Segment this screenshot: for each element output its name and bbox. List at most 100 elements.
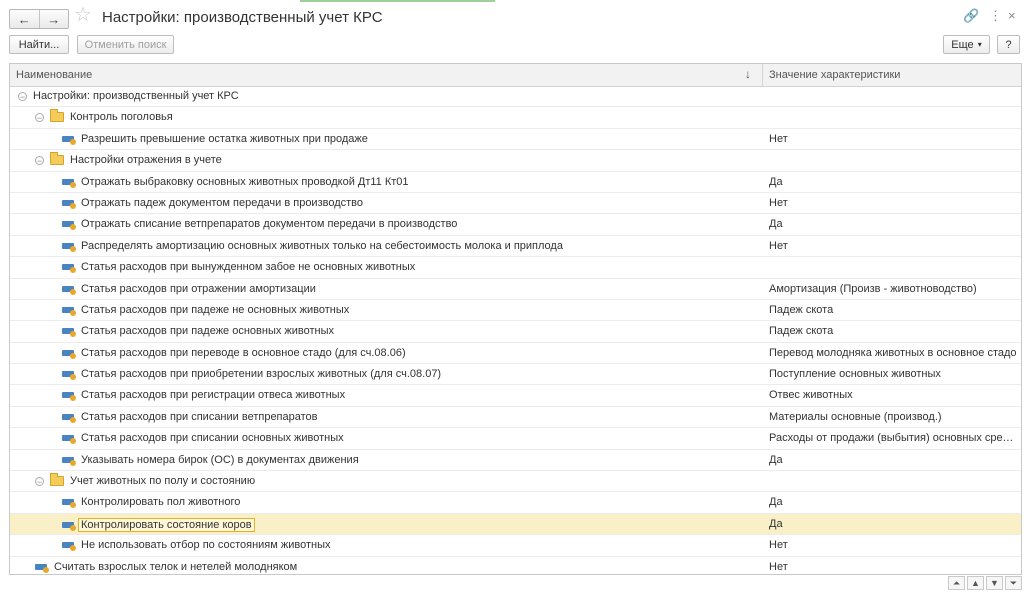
table-row[interactable]: Распределять амортизацию основных животн… [10,236,1021,258]
table-row[interactable]: Считать взрослых телок и нетелей молодня… [10,557,1021,574]
parameter-icon [62,521,76,531]
row-value-cell[interactable]: Падеж скота [769,325,1017,337]
navigation-buttons: ← → [9,9,69,29]
row-name-cell: Статья расходов при переводе в основное … [62,347,406,359]
table-row[interactable]: Статья расходов при вынужденном забое не… [10,257,1021,279]
collapse-toggle-icon[interactable]: − [35,155,44,165]
row-value-cell[interactable]: Да [769,518,1017,530]
row-name-cell: Статья расходов при падеже основных живо… [62,325,335,338]
close-icon[interactable]: × [1008,9,1016,22]
column-header-value[interactable]: Значение характеристики [769,69,900,81]
row-value-cell[interactable]: Да [769,218,1017,230]
row-name-cell: Отражать списание ветпрепаратов документ… [62,218,458,231]
row-value-cell[interactable]: Материалы основные (производ.) [769,411,1017,423]
parameter-icon [62,242,76,252]
table-row[interactable]: Статья расходов при приобретении взрослы… [10,364,1021,386]
scroll-down-icon[interactable]: ▼ [986,576,1003,590]
chevron-down-icon: ▾ [977,40,982,49]
row-name-label: Настройки: производственный учет КРС [33,90,239,102]
row-name-label: Статья расходов при переводе в основное … [81,346,406,359]
parameter-icon [62,264,76,274]
more-button[interactable]: Еще ▾ [943,35,990,54]
more-actions-icon[interactable]: ⋮ [989,9,1002,22]
table-row[interactable]: Статья расходов при отражении амортизаци… [10,279,1021,300]
sort-descending-icon[interactable]: ↓ [745,67,751,81]
find-button[interactable]: Найти... [9,35,69,54]
row-name-label: Статья расходов при падеже не основных ж… [81,303,350,316]
table-row[interactable]: − Настройки: производственный учет КРС [10,86,1021,108]
table-row[interactable]: Отражать падеж документом передачи в про… [10,193,1021,215]
link-icon[interactable]: 🔗 [963,9,979,22]
parameter-icon [62,328,76,338]
table-row[interactable]: Контролировать состояние коров Да [10,513,1021,536]
help-button[interactable]: ? [997,35,1020,54]
row-value-cell[interactable]: Амортизация (Произв - животноводство) [769,283,1017,295]
table-row[interactable]: Статья расходов при падеже не основных ж… [10,300,1021,322]
scroll-up-icon[interactable]: ▲ [967,576,984,590]
row-value-cell[interactable]: Нет [769,197,1017,209]
collapse-toggle-icon[interactable]: − [18,91,27,101]
table-row[interactable]: − Учет животных по полу и состоянию [10,471,1021,493]
row-name-label: Контроль поголовья [70,111,173,124]
collapse-toggle-icon[interactable]: − [35,112,44,122]
row-name-label: Контролировать пол животного [81,496,241,509]
table-row[interactable]: Статья расходов при регистрации отвеса ж… [10,385,1021,407]
parameter-icon [62,349,76,359]
more-button-label: Еще [951,38,974,51]
table-row[interactable]: Разрешить превышение остатка животных пр… [10,129,1021,151]
row-name-cell: − Настройки: производственный учет КРС [18,90,239,102]
parameter-icon [62,456,76,466]
row-name-label: Учет животных по полу и состоянию [70,475,256,488]
row-name-label: Отражать списание ветпрепаратов документ… [81,218,458,231]
row-value-cell[interactable]: Да [769,454,1017,466]
collapse-toggle-icon[interactable]: − [35,476,44,486]
table-row[interactable]: Отражать выбраковку основных животных пр… [10,172,1021,193]
row-value-cell[interactable]: Нет [769,133,1017,145]
column-separator[interactable] [762,64,763,86]
column-header-name[interactable]: Наименование [16,69,92,81]
row-name-cell: Контролировать состояние коров [62,517,255,532]
table-row[interactable]: − Контроль поголовья [10,107,1021,129]
cancel-search-button[interactable]: Отменить поиск [77,35,174,54]
table-row[interactable]: Статья расходов при падеже основных живо… [10,321,1021,343]
row-value-cell[interactable]: Отвес животных [769,389,1017,401]
row-value-cell[interactable]: Перевод молодняка животных в основное ст… [769,347,1017,359]
table-row[interactable]: Статья расходов при списании ветпрепарат… [10,407,1021,429]
parameter-icon [62,135,76,145]
row-value-cell[interactable]: Да [769,176,1017,188]
favorite-star-icon[interactable]: ☆ [74,5,92,25]
grid-header: Наименование ↓ Значение характеристики [10,64,1021,87]
scroll-last-icon[interactable]: ⏷ [1005,576,1022,590]
row-value-cell[interactable]: Падеж скота [769,304,1017,316]
forward-icon[interactable]: → [38,10,69,28]
row-name-label: Указывать номера бирок (ОС) в документах… [81,453,359,466]
table-row[interactable]: − Настройки отражения в учете [10,150,1021,172]
row-name-label: Считать взрослых телок и нетелей молодня… [54,560,298,573]
row-name-cell: Указывать номера бирок (ОС) в документах… [62,454,359,466]
row-name-cell: − Контроль поголовья [35,109,173,124]
back-icon[interactable]: ← [10,10,39,28]
table-row[interactable]: Статья расходов при переводе в основное … [10,343,1021,365]
settings-grid: Наименование ↓ Значение характеристики −… [9,63,1022,575]
table-row[interactable]: Не использовать отбор по состояниям живо… [10,535,1021,557]
row-name-cell: Контролировать пол животного [62,496,241,509]
parameter-icon [62,178,76,188]
table-row[interactable]: Статья расходов при списании основных жи… [10,428,1021,450]
row-name-label: Статья расходов при падеже основных живо… [81,325,335,338]
row-name-cell: Статья расходов при падеже не основных ж… [62,304,349,316]
row-value-cell[interactable]: Нет [769,240,1017,252]
page-title: Настройки: производственный учет КРС [102,9,383,26]
table-row[interactable]: Отражать списание ветпрепаратов документ… [10,214,1021,236]
table-row[interactable]: Контролировать пол животного Да [10,492,1021,514]
row-name-label: Статья расходов при отражении амортизаци… [81,282,316,295]
row-value-cell[interactable]: Да [769,496,1017,508]
row-value-cell[interactable]: Расходы от продажи (выбытия) основных ср… [769,432,1017,444]
table-row[interactable]: Указывать номера бирок (ОС) в документах… [10,450,1021,472]
row-value-cell[interactable]: Нет [769,539,1017,551]
scroll-first-icon[interactable]: ⏶ [948,576,965,590]
row-value-cell[interactable]: Нет [769,561,1017,573]
folder-icon [50,109,64,123]
row-name-label: Контролировать состояние коров [78,517,255,532]
row-value-cell[interactable]: Поступление основных животных [769,368,1017,380]
parameter-icon [62,285,76,295]
